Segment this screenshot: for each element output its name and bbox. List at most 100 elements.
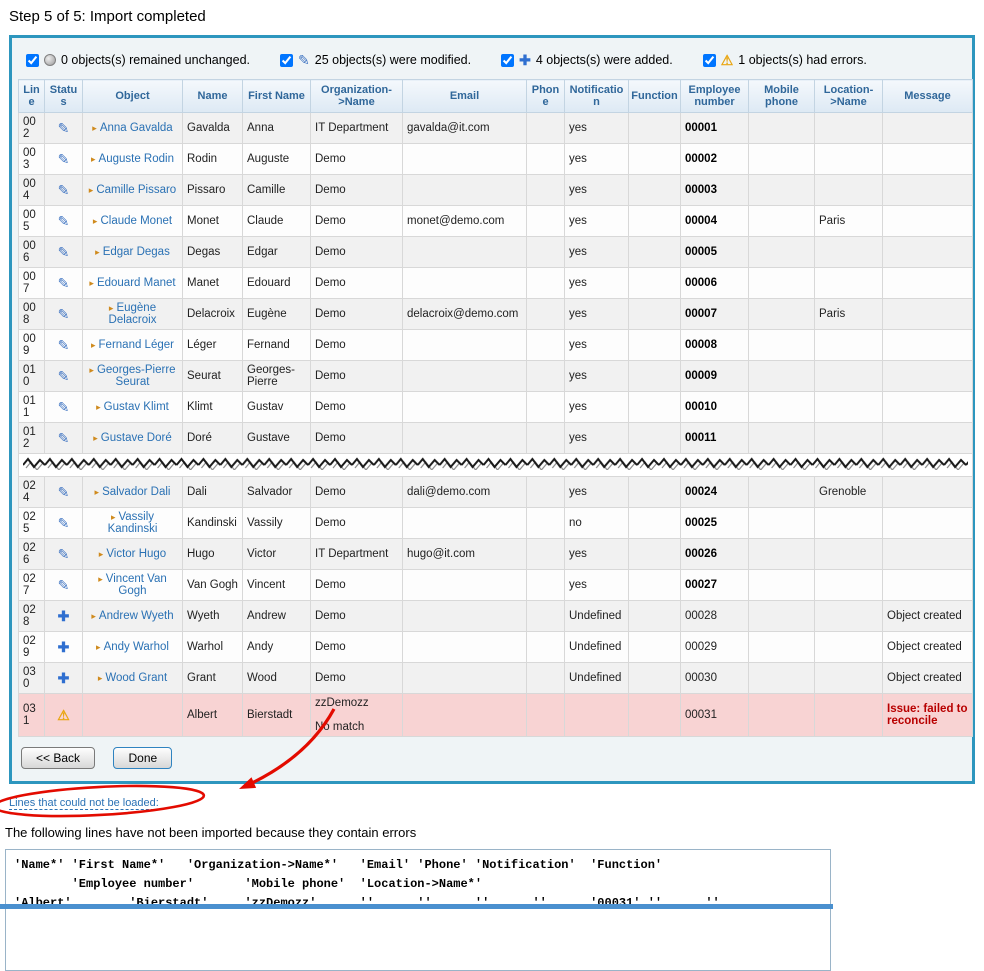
summary-unchanged-label: 0 objects(s) remained unchanged. [61,53,250,67]
cell-function [629,206,681,237]
cell-employee: 00011 [681,423,749,454]
cell-mobile [749,113,815,144]
cell-mobile [749,570,815,601]
table-row: 009✎▸Fernand LégerLégerFernandDemoyes000… [19,330,973,361]
column-header: Name [183,80,243,113]
cell-mobile [749,330,815,361]
cell-status: ✎ [45,508,83,539]
object-link[interactable]: Vassily Kandinski [108,511,158,535]
cell-status: ✎ [45,477,83,508]
cell-line: 029 [19,632,45,663]
cell-location [815,330,883,361]
object-link[interactable]: Anna Gavalda [100,122,173,134]
cell-line: 007 [19,268,45,299]
object-arrow-icon: ▸ [95,487,100,497]
cell-line: 003 [19,144,45,175]
object-link[interactable]: Eugène Delacroix [109,302,157,326]
cell-message [883,423,973,454]
cell-org: Demo [311,601,403,632]
object-link[interactable]: Camille Pissaro [96,184,176,196]
object-link[interactable]: Victor Hugo [106,548,166,560]
object-link[interactable]: Vincent Van Gogh [106,573,167,597]
cell-message [883,508,973,539]
object-link[interactable]: Edgar Degas [103,246,170,258]
cell-message [883,237,973,268]
column-header: Phone [527,80,565,113]
cell-notification: yes [565,113,629,144]
object-link[interactable]: Claude Monet [100,215,172,227]
filter-unchanged-checkbox[interactable] [26,54,39,67]
cell-function [629,113,681,144]
cell-mobile [749,361,815,392]
cell-object: ▸Victor Hugo [83,539,183,570]
cell-name: Van Gogh [183,570,243,601]
cell-status: ✎ [45,330,83,361]
table-row: 005✎▸Claude MonetMonetClaudeDemomonet@de… [19,206,973,237]
object-link[interactable]: Andrew Wyeth [99,610,174,622]
object-link[interactable]: Salvador Dali [102,486,170,498]
raw-error-lines-box[interactable]: 'Name*' 'First Name*' 'Organization->Nam… [5,849,831,971]
done-button[interactable]: Done [113,747,172,769]
cell-location [815,601,883,632]
filter-modified-checkbox[interactable] [280,54,293,67]
torn-separator [19,454,973,477]
cell-first_name: Victor [243,539,311,570]
cell-function [629,694,681,737]
column-header: Employee number [681,80,749,113]
table-row: 031⚠AlbertBierstadtzzDemozz No match0003… [19,694,973,737]
cell-function [629,632,681,663]
cell-function [629,175,681,206]
cell-message [883,206,973,237]
table-row: 029✚▸Andy WarholWarholAndyDemoUndefined0… [19,632,973,663]
cell-employee: 00025 [681,508,749,539]
cell-message: Object created [883,663,973,694]
summary-errors: ⚠ 1 objects(s) had errors. [703,53,867,67]
cell-status: ✎ [45,113,83,144]
object-link[interactable]: Fernand Léger [99,339,174,351]
cell-line: 031 [19,694,45,737]
cell-name: Rodin [183,144,243,175]
cell-status: ✎ [45,570,83,601]
cell-email [403,508,527,539]
cell-status: ✎ [45,144,83,175]
object-arrow-icon: ▸ [111,512,116,522]
object-link[interactable]: Gustav Klimt [104,401,169,413]
cell-message [883,299,973,330]
object-link[interactable]: Wood Grant [105,672,167,684]
cell-employee: 00008 [681,330,749,361]
object-link[interactable]: Andy Warhol [104,641,169,653]
cell-name: Manet [183,268,243,299]
cell-line: 026 [19,539,45,570]
object-link[interactable]: Georges-Pierre Seurat [97,364,176,388]
summary-added: ✚ 4 objects(s) were added. [501,53,673,67]
modified-icon: ✎ [58,183,70,197]
object-arrow-icon: ▸ [91,340,96,350]
object-link[interactable]: Edouard Manet [97,277,176,289]
cell-object: ▸Claude Monet [83,206,183,237]
cell-mobile [749,601,815,632]
object-arrow-icon: ▸ [93,433,98,443]
table-header-row: LineStatusObjectNameFirst NameOrganizati… [19,80,973,113]
cell-first_name: Wood [243,663,311,694]
cell-line: 025 [19,508,45,539]
cell-message [883,144,973,175]
lines-not-loaded-link[interactable]: Lines that could not be loaded: [9,797,159,810]
cell-function [629,392,681,423]
cell-line: 002 [19,113,45,144]
object-link[interactable]: Gustave Doré [101,432,172,444]
back-button[interactable]: << Back [21,747,95,769]
cell-function [629,423,681,454]
horizontal-scrollbar[interactable] [0,904,833,909]
object-arrow-icon: ▸ [109,303,114,313]
cell-org: Demo [311,361,403,392]
cell-org: Demo [311,570,403,601]
modified-icon: ✎ [58,307,70,321]
cell-object: ▸Anna Gavalda [83,113,183,144]
filter-added-checkbox[interactable] [501,54,514,67]
filter-errors-checkbox[interactable] [703,54,716,67]
object-link[interactable]: Auguste Rodin [99,153,174,165]
cell-phone [527,663,565,694]
cell-object: ▸Andrew Wyeth [83,601,183,632]
cell-phone [527,268,565,299]
table-row: 003✎▸Auguste RodinRodinAugusteDemoyes000… [19,144,973,175]
